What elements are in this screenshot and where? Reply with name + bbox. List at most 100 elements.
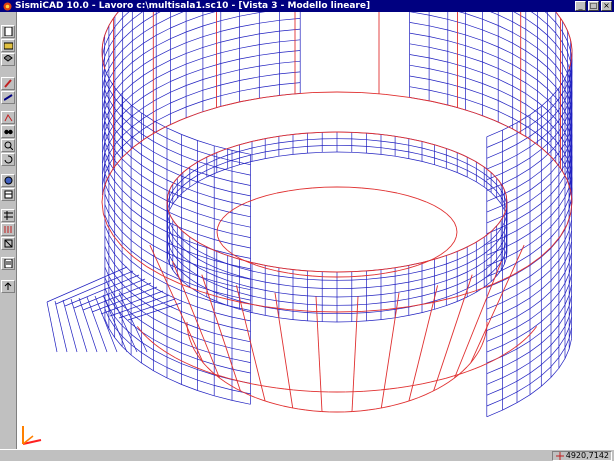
outer-wall-mesh: [197, 223, 215, 230]
outer-wall-mesh: [502, 326, 518, 336]
outer-wall-mesh: [114, 49, 123, 60]
inner-ring-mesh: [380, 275, 396, 279]
inner-ring-mesh: [476, 270, 485, 276]
inner-ring-mesh: [457, 296, 468, 302]
outer-wall-mesh: [170, 12, 184, 18]
outer-wall-mesh: [541, 355, 552, 366]
outer-wall-mesh: [558, 358, 566, 369]
outer-wall-mesh: [156, 102, 171, 111]
inner-ring-mesh: [476, 278, 485, 285]
outer-wall-mesh: [143, 88, 157, 97]
outer-wall-mesh: [121, 221, 132, 231]
outer-wall-mesh: [130, 333, 142, 343]
outer-wall-mesh: [550, 206, 560, 217]
frame-ring: [480, 363, 488, 367]
outer-wall-mesh: [181, 196, 198, 204]
section-icon[interactable]: [1, 188, 15, 201]
outer-wall-mesh: [550, 98, 560, 109]
grid-icon[interactable]: [1, 209, 15, 222]
outer-wall-mesh: [143, 77, 157, 87]
inner-ring-mesh: [380, 140, 396, 144]
frame-ring: [239, 258, 248, 263]
slab-mesh: [86, 296, 108, 353]
export-icon[interactable]: [1, 280, 15, 293]
app-icon[interactable]: [2, 1, 12, 11]
outer-wall-mesh: [220, 15, 240, 22]
inner-ring-mesh: [216, 259, 228, 265]
frame-ring: [354, 270, 373, 273]
outer-wall-mesh: [279, 60, 301, 64]
measure-icon[interactable]: [1, 91, 15, 104]
outer-wall-mesh: [214, 187, 233, 193]
outer-wall-mesh: [558, 326, 566, 337]
outer-wall-mesh: [550, 249, 560, 260]
outer-wall-mesh: [197, 213, 215, 220]
inner-ring-mesh: [434, 164, 447, 169]
inner-ring-mesh: [434, 157, 447, 163]
outer-wall-mesh: [564, 230, 570, 241]
outer-wall-mesh: [185, 100, 204, 108]
outer-wall-mesh: [516, 394, 531, 403]
outer-wall-mesh: [220, 69, 240, 75]
zoom-icon[interactable]: [1, 139, 15, 152]
outer-wall-mesh: [558, 250, 566, 261]
linear-model-view[interactable]: [17, 12, 614, 449]
minimize-button[interactable]: _: [575, 1, 586, 11]
report-icon[interactable]: [1, 257, 15, 270]
new-file-icon[interactable]: [1, 25, 15, 38]
outer-wall-mesh: [166, 315, 182, 323]
binoculars-icon[interactable]: [1, 125, 15, 138]
slab-mesh: [109, 294, 170, 317]
frame-ring: [219, 241, 224, 247]
outer-wall-mesh: [130, 354, 142, 364]
outer-wall-mesh: [529, 332, 542, 342]
outer-wall-mesh: [122, 12, 130, 18]
outer-wall-mesh: [486, 162, 503, 170]
pencil-icon[interactable]: [1, 77, 15, 90]
outer-wall-mesh: [166, 346, 182, 354]
outer-wall-mesh: [525, 18, 538, 27]
outer-wall-mesh: [181, 207, 198, 214]
inner-ring-mesh: [182, 264, 191, 271]
outer-wall-mesh: [547, 24, 557, 34]
frame-icon[interactable]: [1, 237, 15, 250]
outer-wall-mesh: [156, 91, 171, 100]
outer-wall-mesh: [512, 107, 526, 116]
maximize-button[interactable]: □: [588, 1, 599, 11]
layers-icon[interactable]: [1, 53, 15, 66]
outer-wall-mesh: [537, 47, 548, 57]
inner-ring-mesh: [251, 158, 266, 162]
rotate-view-icon[interactable]: [1, 153, 15, 166]
frame-ring: [305, 409, 314, 412]
frame-ring: [162, 119, 180, 129]
outer-wall-mesh: [166, 377, 182, 385]
outer-wall-mesh: [482, 83, 499, 91]
close-button[interactable]: ×: [601, 1, 612, 11]
frame-ring: [361, 92, 386, 95]
outer-wall-mesh: [197, 348, 215, 355]
outer-wall-mesh: [541, 323, 552, 333]
frame-ring: [453, 222, 457, 228]
open-file-icon[interactable]: [1, 39, 15, 52]
inner-ring-mesh: [278, 140, 294, 144]
frame-ring: [363, 390, 373, 392]
load-icon[interactable]: [1, 223, 15, 236]
inner-ring-mesh: [307, 320, 323, 323]
outer-wall-mesh: [447, 93, 466, 100]
outer-wall-mesh: [114, 201, 123, 212]
inner-ring-mesh: [366, 146, 382, 149]
outer-wall-mesh: [104, 152, 110, 163]
analysis-icon[interactable]: [1, 174, 15, 187]
outer-wall-mesh: [486, 345, 503, 353]
frame-ring: [442, 381, 449, 386]
inner-ring-mesh: [476, 261, 485, 268]
frame-ring: [202, 362, 208, 368]
outer-wall-mesh: [108, 182, 115, 192]
drawing-canvas[interactable]: [17, 12, 614, 449]
node-icon[interactable]: [1, 111, 15, 124]
outer-wall-mesh: [231, 233, 251, 238]
outer-wall-mesh: [512, 42, 526, 52]
outer-wall-mesh: [220, 37, 240, 43]
outer-wall-mesh: [558, 186, 566, 197]
outer-wall-mesh: [143, 45, 157, 55]
